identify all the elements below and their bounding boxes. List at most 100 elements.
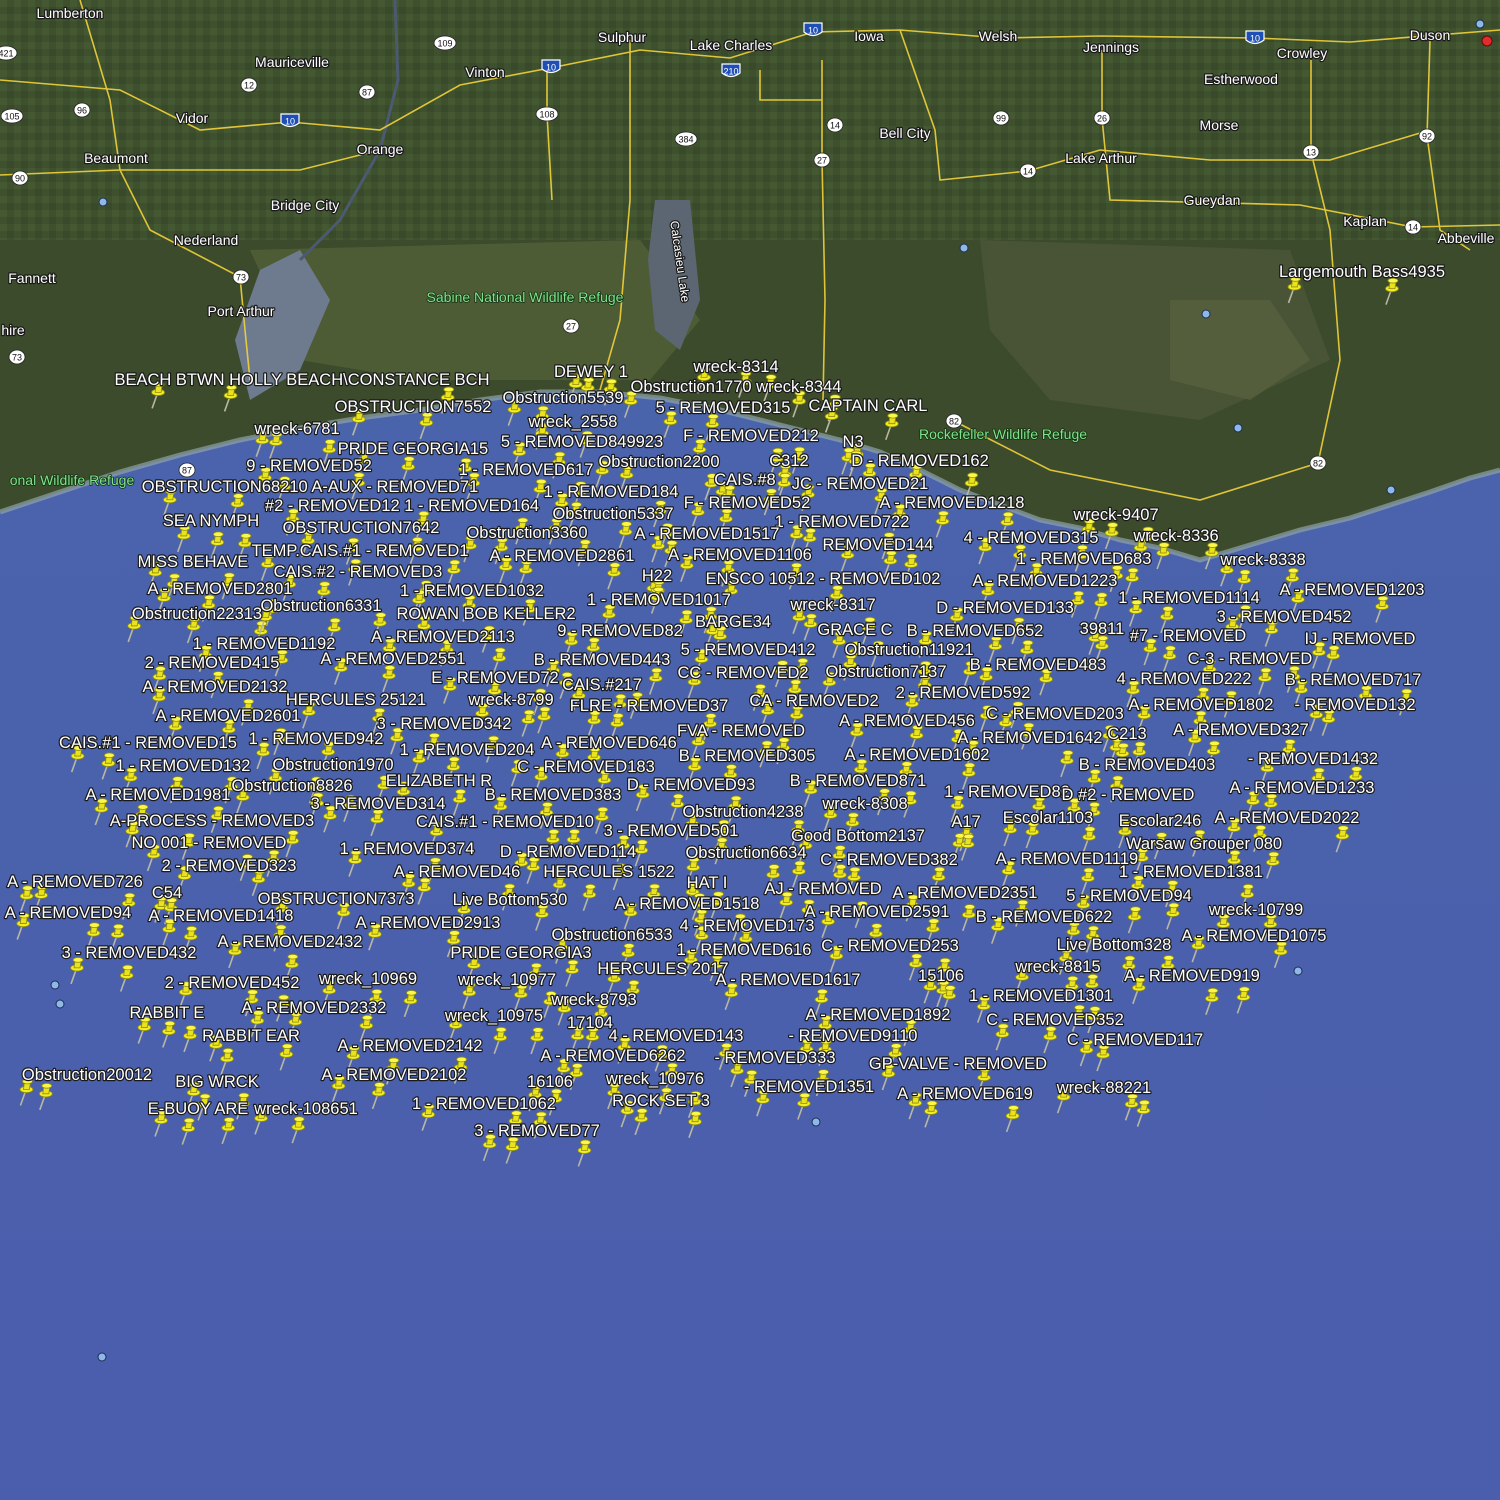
route-shield-12: 12 [240,77,258,93]
fishing-spot-label: A - REMOVED726 [7,873,143,891]
fishing-spot-label: 1 - REMOVED1114 [1118,589,1260,607]
fishing-spot-label: JC - REMOVED21 [792,475,929,493]
fishing-spot-label: A - REMOVED1233 [1230,779,1375,797]
fishing-spot-label: C - REMOVED203 [986,705,1124,723]
fishing-spot-label: A - REMOVED919 [1124,967,1260,985]
route-shield-number: 13 [1306,148,1316,158]
fishing-spot-label: A - REMOVED46 [394,863,521,881]
fishing-spot-label: N3 [842,433,863,451]
fishing-spot-label: 2 - REMOVED592 [896,684,1031,702]
fishing-spot-label: 1 - REMOVED1301 [969,987,1113,1005]
fishing-spot-label: 9 - REMOVED82 [557,622,683,640]
fishing-spot-label: HAT I [687,874,728,892]
fishing-spot-label: ENSCO 10512 - REMOVED102 [706,570,941,588]
city-label: Beaumont [84,150,148,166]
map-canvas[interactable]: 109 10 12 87 96 10 105 421 90 108 384 10 210 14 27 99 26… [0,0,1500,1500]
fishing-spot-label: CAIS.#8 [714,471,775,489]
fishing-spot-label: Obstruction8826 [231,777,352,795]
fishing-spot-label: wreck-8314 [692,358,778,376]
route-shield-number: 105 [4,112,19,122]
fishing-spot-label: H22 [642,567,672,585]
route-shield-210: 210 [721,63,741,78]
fishing-spot-label: wreck_10976 [605,1070,704,1088]
fishing-spot-label: 1 - REMOVED683 [1017,550,1152,568]
fishing-spot-label: 1 - REMOVED617 [459,461,594,479]
fishing-spot-label: FLRE - REMOVED37 [570,697,729,715]
route-shield-number: 96 [77,106,87,116]
fishing-spot-label: B - REMOVED871 [790,772,927,790]
fishing-spot-label: A - REMOVED1218 [880,494,1025,512]
fishing-spot-label: wreck_2558 [528,413,618,431]
fishing-spot-label: D #2 - REMOVED [1062,786,1195,804]
route-shield-10: 10 [280,113,300,128]
city-label: Fannett [8,270,56,286]
route-shield-number: 27 [566,322,576,332]
fishing-spot-label: ELIZABETH R [386,772,492,790]
route-shield-90: 90 [11,170,29,186]
fishing-spot-label: 1 - REMOVED184 [544,483,679,501]
fishing-spot-label: IJ - REMOVED [1305,630,1416,648]
fishing-spot-label: A - REMOVED94 [5,904,132,922]
fishing-spot-label: wreck_10975 [444,1007,543,1025]
fishing-spot-label: AJ - REMOVED [764,880,881,898]
fishing-spot-label: 1 - REMOVED204 [400,741,535,759]
fishing-spot-label: wreck-8308 [821,795,907,813]
route-shield-82: 82 [1309,455,1327,471]
fishing-spot-label: Obstruction2200 [598,453,719,471]
route-shield-14: 14 [1019,163,1037,179]
fishing-spot-label: A - REMOVED1617 [716,971,861,989]
fishing-spot-label: C-3 - REMOVED [1188,650,1313,668]
route-shield-73: 73 [8,349,26,365]
fishing-spot-label: wreck_10969 [318,970,417,988]
city-label: Vinton [465,64,504,80]
fishing-spot-label: #7 - REMOVED [1130,627,1247,645]
fishing-spot-label: A - REMOVED2432 [218,933,363,951]
route-shield-10: 10 [541,59,561,74]
fishing-spot-label: 4 - REMOVED222 [1117,670,1252,688]
fishing-spot-label: A - REMOVED646 [541,734,677,752]
fishing-spot-label: Escolar246 [1119,812,1202,830]
fishing-spot-label: - REMOVED132 [1294,696,1415,714]
fishing-spot-label: C - REMOVED117 [1067,1031,1203,1049]
fishing-spot-label: 5 - REMOVED94 [1066,887,1192,905]
fishing-spot-label: HERCULES 1522 [543,863,674,881]
fishing-spot-label: 1 - REMOVED1017 [587,591,731,609]
city-label: Jennings [1083,39,1139,55]
fishing-spot-label: - REMOVED333 [714,1049,835,1067]
fishing-spot-label: OBSTRUCTION7642 [283,519,440,537]
fishing-spot-label: A - REMOVED2861 [490,547,635,565]
route-shield-number: 73 [236,273,246,283]
fishing-spot-label: A - REMOVED1892 [806,1006,951,1024]
route-shield-number: 82 [949,417,959,427]
fishing-spot-label: Obstruction11921 [844,641,973,659]
fishing-spot-label: NO 001 - REMOVED [132,834,287,852]
route-shield-number: 421 [0,49,14,59]
fishing-spot-label: B - REMOVED403 [1079,756,1216,774]
city-label: Port Arthur [208,303,275,319]
city-label: Abbeville [1438,230,1495,246]
fishing-spot-label: 2 - REMOVED452 [165,974,300,992]
route-shield-number: 109 [437,39,452,49]
fishing-spot-label: BIG WRCK [175,1073,258,1091]
fishing-spot-label: wreck-8815 [1014,958,1100,976]
fishing-spot-label: 2 - REMOVED323 [162,857,297,875]
fishing-spot-label: A - REMOVED6262 [541,1047,686,1065]
route-shield-92: 92 [1418,128,1436,144]
fishing-spot-label: A - REMOVED327 [1173,721,1309,739]
fishing-spot-label: CA - REMOVED2 [749,692,878,710]
fishing-spot-label: MISS BEHAVE [138,553,249,571]
fishing-spot-label: F - REMOVED52 [684,494,811,512]
fishing-spot-label: wreck-8317 [789,596,875,614]
fishing-spot-label: Good Bottom2137 [791,827,925,845]
fishing-spot-label: C54 [152,884,182,902]
city-label: Bell City [879,125,930,141]
city-label: Estherwood [1204,71,1278,87]
fishing-spot-label: 1 - REMOVED1032 [400,582,544,600]
current-location-marker[interactable] [1481,35,1493,47]
fishing-spot-label: Obstruction3360 [466,524,587,542]
fishing-spot-label: CAIS.#217 [562,676,642,694]
city-label: Nederland [174,232,239,248]
fishing-spot-label: 1 - REMOVED1062 [412,1095,556,1113]
fishing-spot-label: CAIS.#1 - REMOVED15 [59,734,237,752]
fishing-spot-label: 3 - REMOVED77 [474,1122,600,1140]
